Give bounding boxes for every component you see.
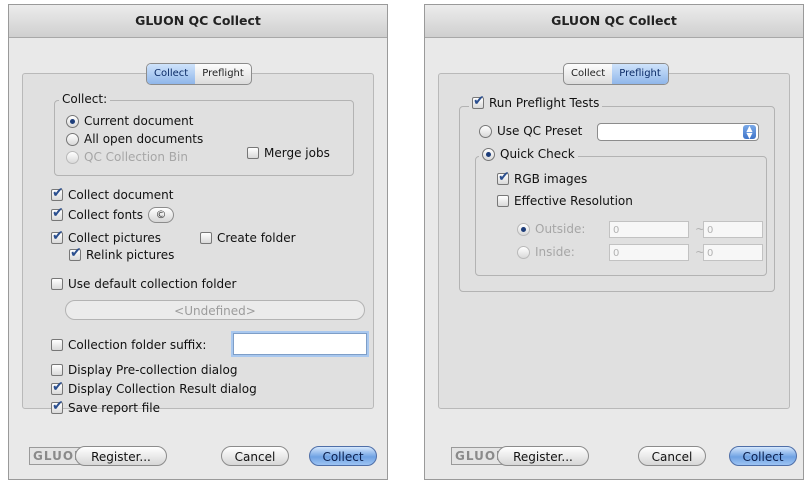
collect-button[interactable]: Collect: [729, 446, 797, 466]
radio-label: Outside:: [535, 222, 586, 236]
radio-label: Inside:: [535, 245, 575, 259]
checkbox-label: Create folder: [217, 231, 296, 245]
checkbox-icon: [51, 339, 63, 351]
tab-preflight[interactable]: Preflight: [612, 64, 668, 84]
folder-suffix-input[interactable]: [233, 333, 367, 355]
checkbox-merge-jobs[interactable]: Merge jobs: [247, 146, 330, 160]
checkbox-folder-suffix[interactable]: Collection folder suffix:: [51, 338, 206, 352]
radio-unselected-icon: [66, 132, 79, 146]
popup-arrows-icon: ▲ ▼: [743, 125, 756, 140]
radio-quick-check[interactable]: Quick Check: [479, 147, 578, 161]
checkbox-label: Effective Resolution: [514, 194, 633, 208]
tab-bar: Collect Preflight: [563, 63, 669, 85]
tab-collect[interactable]: Collect: [564, 64, 612, 84]
checkbox-label: Use default collection folder: [68, 277, 237, 291]
checkbox-run-preflight[interactable]: Run Preflight Tests: [469, 93, 603, 110]
radio-inside[interactable]: Inside:: [517, 245, 575, 259]
checkbox-checked-icon: [51, 398, 64, 414]
collect-button[interactable]: Collect: [309, 446, 377, 466]
checkbox-label: RGB images: [514, 172, 588, 186]
checkbox-label: Display Collection Result dialog: [68, 382, 257, 396]
checkbox-display-pre-collection[interactable]: Display Pre-collection dialog: [51, 363, 237, 377]
radio-label: Quick Check: [500, 147, 575, 161]
checkbox-checked-icon: [51, 185, 64, 201]
checkbox-collect-fonts[interactable]: Collect fonts ©: [51, 205, 175, 223]
checkbox-icon: [497, 195, 509, 207]
checkbox-icon: [51, 364, 63, 376]
qc-preset-popup[interactable]: ▲ ▼: [597, 123, 759, 141]
checkbox-effective-resolution[interactable]: Effective Resolution: [497, 194, 633, 208]
checkbox-display-result[interactable]: Display Collection Result dialog: [51, 379, 257, 396]
fonts-options-button[interactable]: ©: [148, 207, 175, 223]
checkbox-checked-icon: [51, 379, 64, 395]
radio-disabled-selected-icon: [517, 222, 530, 236]
radio-label: QC Collection Bin: [84, 150, 188, 164]
radio-label: Current document: [84, 114, 194, 128]
checkbox-save-report[interactable]: Save report file: [51, 398, 161, 415]
checkbox-use-default-folder[interactable]: Use default collection folder: [51, 277, 237, 291]
checkbox-icon: [247, 147, 259, 159]
outside-from-field[interactable]: 0: [609, 221, 689, 238]
cancel-button[interactable]: Cancel: [638, 446, 706, 466]
checkbox-rgb-images[interactable]: RGB images: [497, 169, 588, 186]
collect-group-legend: Collect:: [59, 92, 111, 106]
checkbox-label: Save report file: [68, 401, 161, 415]
checkbox-label: Display Pre-collection dialog: [68, 363, 238, 377]
radio-label: All open documents: [84, 132, 204, 146]
radio-selected-icon: [482, 147, 495, 161]
checkbox-checked-icon: [51, 228, 64, 244]
checkbox-collect-document[interactable]: Collect document: [51, 185, 174, 202]
radio-selected-icon: [66, 114, 79, 128]
tab-bar: Collect Preflight: [146, 63, 252, 85]
checkbox-label: Collection folder suffix:: [68, 338, 207, 352]
radio-current-document[interactable]: Current document: [66, 114, 193, 128]
radio-all-open-documents[interactable]: All open documents: [66, 132, 203, 146]
radio-disabled-icon: [66, 150, 79, 164]
checkbox-checked-icon: [472, 93, 485, 109]
radio-unselected-icon: [479, 124, 492, 138]
cancel-button[interactable]: Cancel: [221, 446, 289, 466]
inside-from-field[interactable]: 0: [609, 244, 689, 261]
tab-preflight[interactable]: Preflight: [195, 64, 251, 84]
checkbox-create-folder[interactable]: Create folder: [200, 231, 296, 245]
radio-use-qc-preset[interactable]: Use QC Preset: [479, 124, 582, 138]
radio-disabled-icon: [517, 245, 530, 259]
register-button[interactable]: Register...: [497, 446, 589, 466]
checkbox-label: Collect fonts: [68, 208, 144, 222]
checkbox-icon: [200, 232, 212, 244]
radio-outside[interactable]: Outside:: [517, 222, 585, 236]
register-button[interactable]: Register...: [75, 446, 167, 466]
radio-qc-collection-bin[interactable]: QC Collection Bin: [66, 150, 188, 164]
checkbox-checked-icon: [51, 205, 64, 221]
window-title: GLUON QC Collect: [425, 5, 803, 38]
collect-window-left: GLUON QC Collect Collect Preflight Colle…: [8, 4, 388, 480]
radio-label: Use QC Preset: [497, 124, 583, 138]
tab-collect[interactable]: Collect: [147, 64, 196, 84]
checkbox-checked-icon: [69, 245, 82, 261]
checkbox-relink-pictures[interactable]: Relink pictures: [69, 245, 175, 262]
checkbox-collect-pictures[interactable]: Collect pictures: [51, 228, 162, 245]
checkbox-label: Run Preflight Tests: [489, 96, 600, 110]
default-folder-path: <Undefined>: [65, 300, 365, 320]
checkbox-icon: [51, 278, 63, 290]
window-title: GLUON QC Collect: [9, 5, 387, 38]
checkbox-label: Relink pictures: [86, 248, 175, 262]
inside-to-field[interactable]: 0: [703, 244, 763, 261]
checkbox-label: Collect document: [68, 188, 174, 202]
outside-to-field[interactable]: 0: [703, 221, 763, 238]
checkbox-label: Merge jobs: [264, 146, 330, 160]
checkbox-checked-icon: [497, 169, 510, 185]
collect-window-right: GLUON QC Collect Collect Preflight Run P…: [424, 4, 804, 480]
checkbox-label: Collect pictures: [68, 231, 162, 245]
